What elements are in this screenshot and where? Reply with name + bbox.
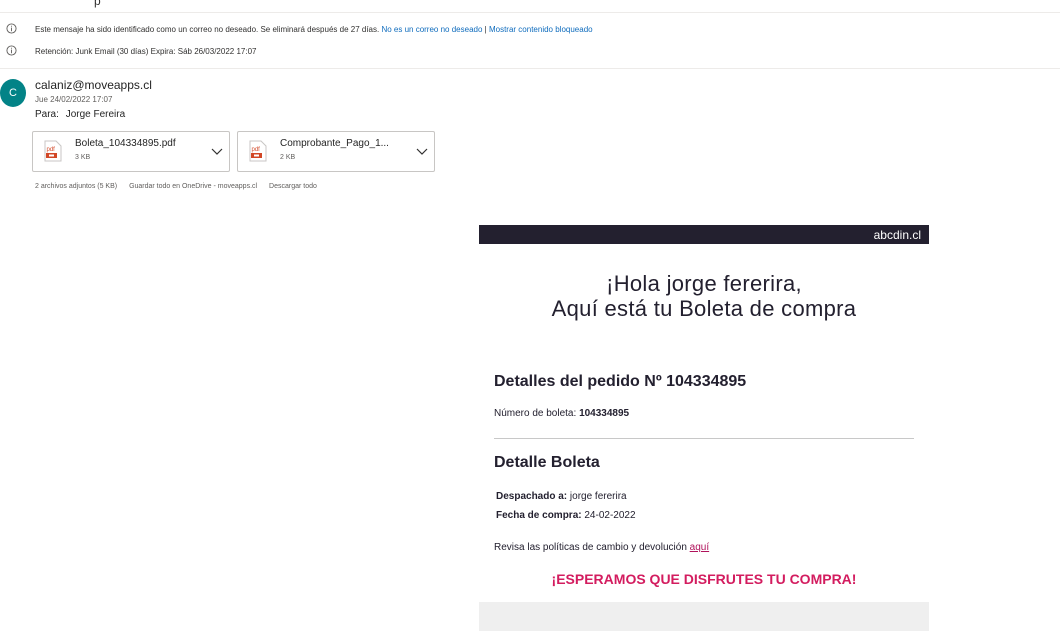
recipient-name[interactable]: Jorge Fereira [66, 109, 125, 120]
policy-text: Revisa las políticas de cambio y devoluc… [494, 542, 687, 553]
header-divider [0, 68, 1060, 69]
attachment-size: 3 KB [75, 154, 91, 161]
dispatched-line: Despachado a: jorge fererira [496, 491, 627, 502]
brand-name: abcdin.cl [873, 228, 921, 242]
section-divider [494, 438, 914, 439]
attachment-card[interactable]: pdf Comprobante_Pago_1... 2 KB [237, 131, 435, 172]
chevron-down-icon[interactable] [415, 144, 429, 158]
order-heading: Detalles del pedido Nº 104334895 [494, 373, 747, 390]
svg-text:pdf: pdf [47, 147, 56, 153]
purchase-date-value: 24-02-2022 [584, 510, 636, 521]
boleta-value: 104334895 [579, 408, 630, 419]
subject-fragment: p [94, 0, 101, 8]
attachment-name: Boleta_104334895.pdf [75, 138, 176, 149]
show-blocked-content-link[interactable]: Mostrar contenido bloqueado [489, 25, 593, 34]
email-body: abcdin.cl ¡Hola jorge fererira, Aquí est… [479, 225, 929, 631]
policy-link[interactable]: aquí [690, 542, 709, 553]
info-icon [6, 45, 17, 56]
retention-notice: Retención: Junk Email (30 días) Expira: … [0, 45, 1060, 65]
junk-notice: Este mensaje ha sido identificado como u… [0, 23, 1060, 43]
info-icon [6, 23, 17, 34]
top-strip: p [0, 0, 1060, 13]
attachment-name: Comprobante_Pago_1... [280, 138, 389, 149]
message-date: Jue 24/02/2022 17:07 [35, 95, 113, 104]
greeting-line-1: ¡Hola jorge fererira, [606, 271, 802, 296]
dispatched-label: Despachado a: [496, 491, 568, 502]
attachment-summary: 2 archivos adjuntos (5 KB) [35, 183, 118, 190]
slogan: ¡ESPERAMOS QUE DISFRUTES TU COMPRA! [551, 571, 857, 587]
footer-band [479, 602, 929, 631]
download-all-button[interactable]: Descargar todo [269, 183, 317, 190]
greeting: ¡Hola jorge fererira, Aquí está tu Bolet… [479, 271, 929, 321]
purchase-date-label: Fecha de compra: [496, 510, 582, 521]
attachment-actions: 2 archivos adjuntos (5 KB) Guardar todo … [35, 183, 327, 190]
avatar[interactable]: C [0, 79, 26, 107]
to-label: Para: [35, 109, 59, 120]
detail-heading: Detalle Boleta [494, 454, 600, 471]
junk-notice-text: Este mensaje ha sido identificado como u… [35, 25, 380, 34]
notice-divider: | [484, 25, 487, 34]
sender-address[interactable]: calaniz@moveapps.cl [35, 78, 152, 92]
pdf-icon: pdf [44, 140, 62, 162]
recipient-line: Para: Jorge Fereira [35, 109, 125, 120]
not-junk-link[interactable]: No es un correo no deseado [381, 25, 482, 34]
dispatched-value: jorge fererira [569, 491, 627, 502]
purchase-date-line: Fecha de compra: 24-02-2022 [496, 510, 636, 521]
boleta-number-line: Número de boleta: 104334895 [494, 408, 629, 419]
policy-line: Revisa las políticas de cambio y devoluc… [494, 542, 709, 553]
retention-notice-text: Retención: Junk Email (30 días) Expira: … [35, 47, 257, 56]
chevron-down-icon[interactable] [210, 144, 224, 158]
attachment-card[interactable]: pdf Boleta_104334895.pdf 3 KB [32, 131, 230, 172]
email-header-bar: abcdin.cl [479, 225, 929, 244]
svg-text:pdf: pdf [252, 147, 261, 153]
save-to-onedrive-button[interactable]: Guardar todo en OneDrive - moveapps.cl [129, 183, 257, 190]
greeting-line-2: Aquí está tu Boleta de compra [551, 296, 857, 321]
attachment-size: 2 KB [280, 154, 296, 161]
boleta-label: Número de boleta: [494, 408, 577, 419]
pdf-icon: pdf [249, 140, 267, 162]
